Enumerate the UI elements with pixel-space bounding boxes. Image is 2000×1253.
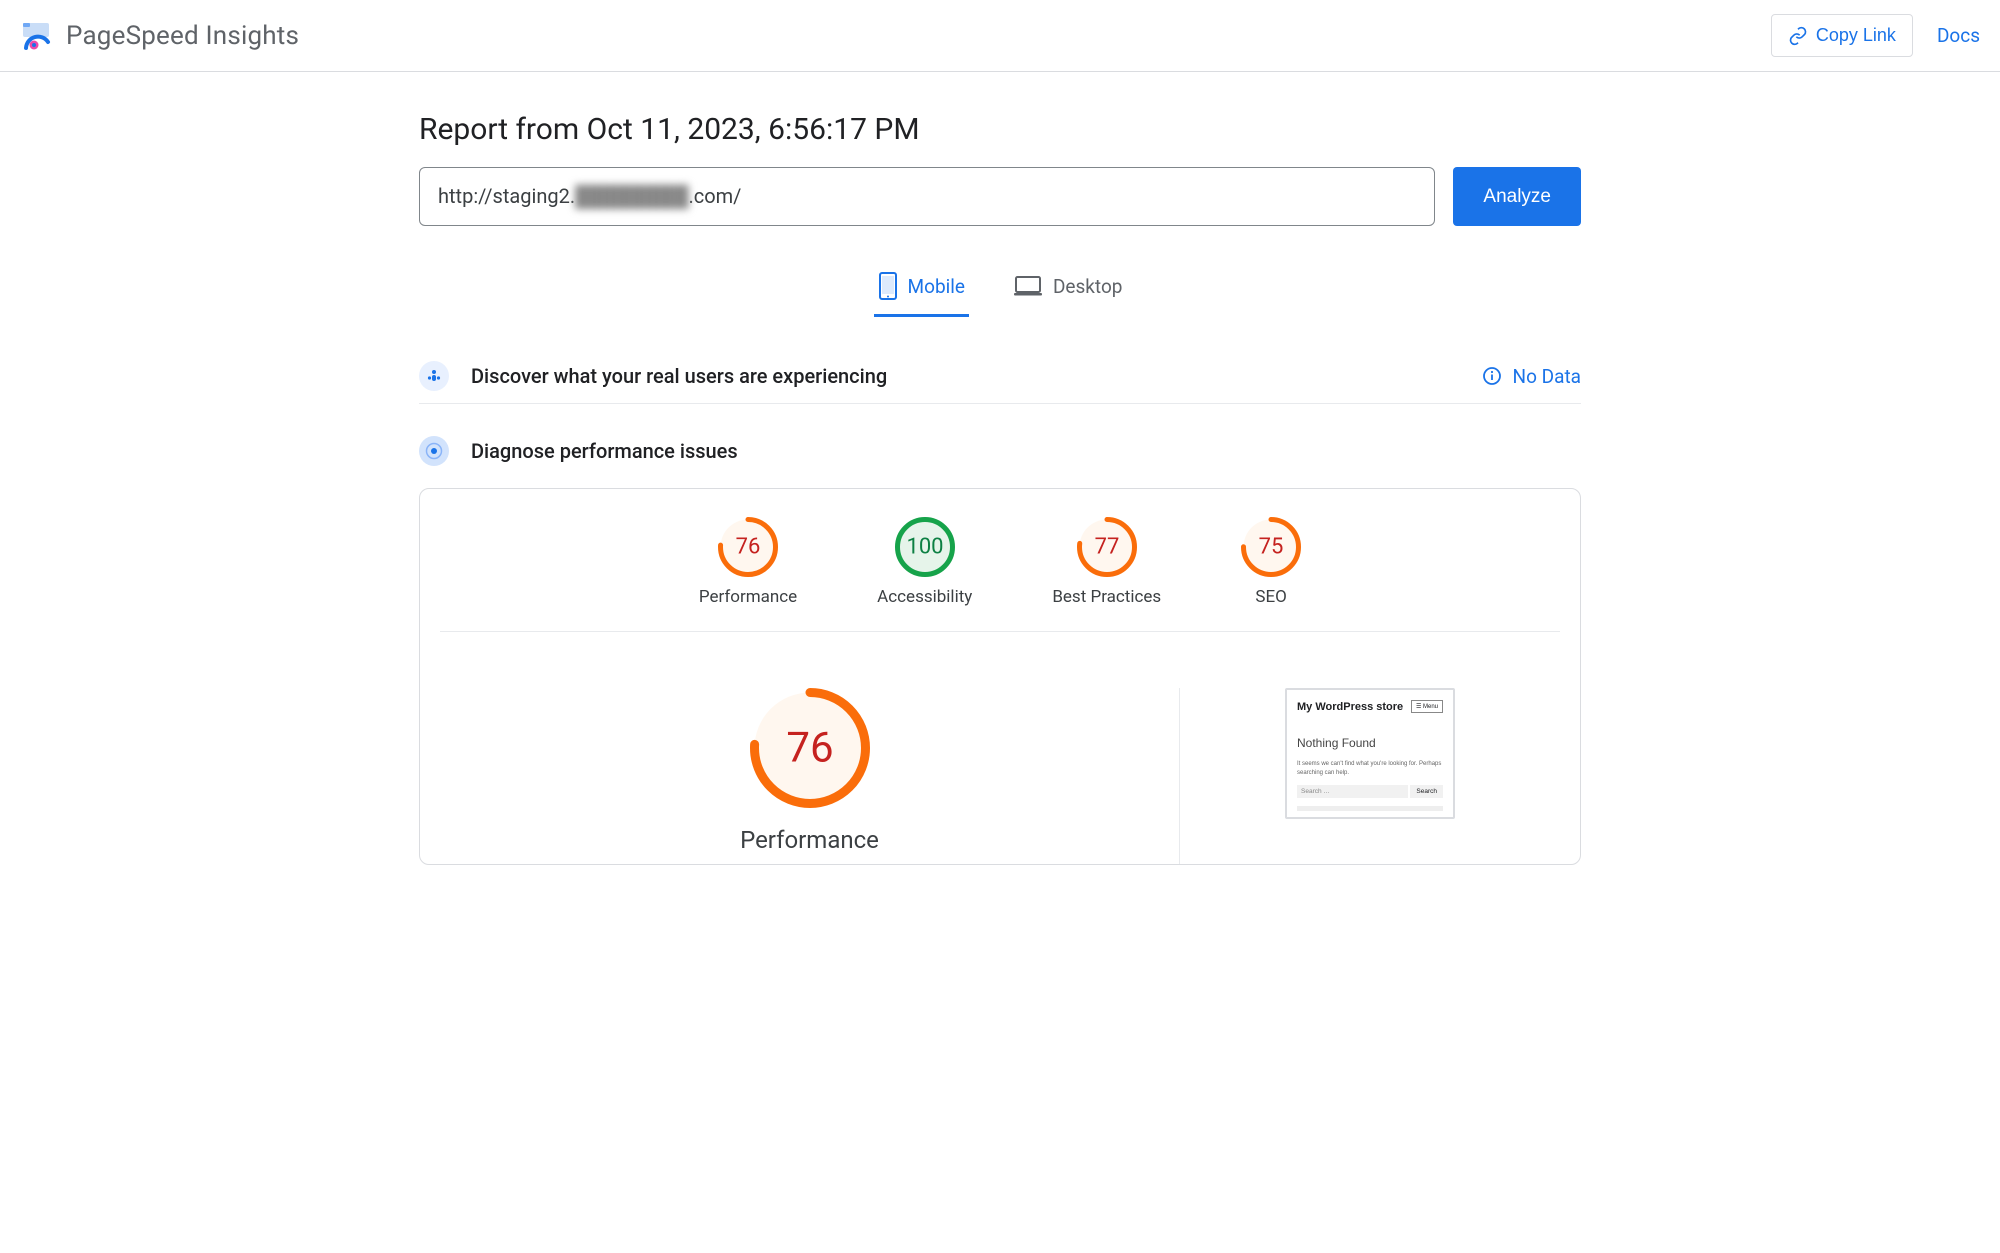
preview-menu: ☰ Menu xyxy=(1411,700,1443,713)
preview-footer-bar xyxy=(1297,806,1443,811)
gauge-label: Accessibility xyxy=(877,587,972,607)
report-title: Report from Oct 11, 2023, 6:56:17 PM xyxy=(419,112,1581,147)
diagnose-section-header: Diagnose performance issues xyxy=(419,424,1581,478)
analyze-button[interactable]: Analyze xyxy=(1453,167,1581,226)
gauge-label: Performance xyxy=(699,587,797,607)
gauge-dial-icon: 100 xyxy=(895,517,955,577)
mobile-icon xyxy=(878,272,898,300)
tab-mobile[interactable]: Mobile xyxy=(874,262,969,317)
preview-site-title: My WordPress store xyxy=(1297,700,1403,714)
brand[interactable]: PageSpeed Insights xyxy=(20,20,299,52)
copy-link-button[interactable]: Copy Link xyxy=(1771,14,1913,57)
tab-desktop-label: Desktop xyxy=(1053,275,1123,298)
desktop-icon xyxy=(1013,275,1043,297)
gauges-row: 76 Performance 100 Accessibility 77 Best… xyxy=(440,517,1560,632)
screenshot-preview-col: My WordPress store ☰ Menu Nothing Found … xyxy=(1180,688,1560,819)
url-value-redacted: ████████ xyxy=(575,184,688,208)
device-tabs: Mobile Desktop xyxy=(419,262,1581,317)
svg-text:76: 76 xyxy=(786,724,833,773)
no-data-badge[interactable]: No Data xyxy=(1483,365,1581,388)
no-data-label: No Data xyxy=(1513,365,1581,388)
diagnose-card: 76 Performance 100 Accessibility 77 Best… xyxy=(419,488,1581,865)
info-icon xyxy=(1483,367,1501,385)
tab-mobile-label: Mobile xyxy=(908,275,965,298)
real-users-title: Discover what your real users are experi… xyxy=(471,364,887,388)
users-icon xyxy=(419,361,449,391)
url-value-suffix: .com/ xyxy=(688,184,741,208)
preview-search-btn: Search xyxy=(1410,785,1443,798)
gauge-icon xyxy=(419,436,449,466)
app-title: PageSpeed Insights xyxy=(66,21,299,51)
gauge-accessibility[interactable]: 100 Accessibility xyxy=(877,517,972,607)
screenshot-preview: My WordPress store ☰ Menu Nothing Found … xyxy=(1285,688,1455,819)
gauge-dial-icon: 76 xyxy=(718,517,778,577)
diagnose-title: Diagnose performance issues xyxy=(471,439,738,463)
app-header: PageSpeed Insights Copy Link Docs xyxy=(0,0,2000,72)
preview-body: It seems we can't find what you're looki… xyxy=(1297,760,1443,777)
url-input[interactable]: http://staging2.████████.com/ xyxy=(419,167,1435,226)
gauge-best-practices[interactable]: 77 Best Practices xyxy=(1052,517,1161,607)
gauge-label: Best Practices xyxy=(1052,587,1161,607)
preview-search-input: Search … xyxy=(1297,785,1408,798)
url-value-prefix: http://staging2. xyxy=(438,184,575,208)
tab-desktop[interactable]: Desktop xyxy=(1009,262,1127,317)
section-left: Diagnose performance issues xyxy=(419,436,738,466)
svg-text:100: 100 xyxy=(906,535,943,560)
performance-big-label: Performance xyxy=(740,826,879,854)
svg-text:77: 77 xyxy=(1094,535,1119,560)
docs-link[interactable]: Docs xyxy=(1937,24,1980,47)
svg-text:76: 76 xyxy=(736,535,761,560)
performance-detail-row: 76 Performance My WordPress store ☰ Menu… xyxy=(430,660,1570,864)
psi-logo-icon xyxy=(20,20,52,52)
main-content: Report from Oct 11, 2023, 6:56:17 PM htt… xyxy=(415,72,1585,865)
performance-big-gauge-col: 76 Performance xyxy=(440,688,1180,864)
section-left: Discover what your real users are experi… xyxy=(419,361,887,391)
gauge-seo[interactable]: 75 SEO xyxy=(1241,517,1301,607)
header-actions: Copy Link Docs xyxy=(1771,14,1980,57)
gauge-performance[interactable]: 76 Performance xyxy=(699,517,797,607)
gauge-label: SEO xyxy=(1255,587,1286,607)
preview-heading: Nothing Found xyxy=(1297,736,1443,750)
url-row: http://staging2.████████.com/ Analyze xyxy=(419,167,1581,226)
copy-link-label: Copy Link xyxy=(1816,25,1896,46)
svg-text:75: 75 xyxy=(1259,535,1284,560)
gauge-dial-icon: 77 xyxy=(1077,517,1137,577)
gauge-dial-icon: 75 xyxy=(1241,517,1301,577)
real-users-section: Discover what your real users are experi… xyxy=(419,349,1581,404)
link-icon xyxy=(1788,26,1808,46)
performance-big-gauge: 76 xyxy=(750,688,870,808)
